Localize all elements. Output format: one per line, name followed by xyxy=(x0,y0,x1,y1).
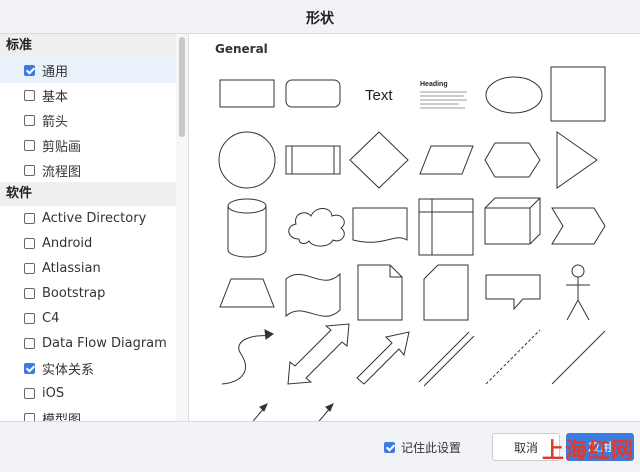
checkbox-atlassian[interactable] xyxy=(24,263,35,275)
sidebar-item-atlassian[interactable]: Atlassian xyxy=(0,256,176,281)
sidebar-item-general[interactable]: 通用 xyxy=(0,58,176,83)
bidirectional-arrow-shape[interactable] xyxy=(287,323,350,385)
checkbox-active-directory[interactable] xyxy=(24,213,35,225)
sidebar-item-label: Atlassian xyxy=(42,261,101,277)
sidebar-item-mockups[interactable]: 模型图 xyxy=(0,406,176,421)
connector-arrow-shape[interactable] xyxy=(249,403,268,421)
checkbox-mockups[interactable] xyxy=(24,412,35,421)
sidebar-item-label: 箭头 xyxy=(42,114,69,130)
sidebar-item-active-directory[interactable]: Active Directory xyxy=(0,206,176,231)
rounded-rectangle-shape[interactable] xyxy=(285,79,341,108)
sidebar-item-label: C4 xyxy=(42,310,60,326)
sidebar-item-label: Active Directory xyxy=(42,211,147,227)
circle-shape[interactable] xyxy=(218,131,276,189)
sidebar-item-flowchart[interactable]: 流程图 xyxy=(0,158,176,183)
trapezoid-shape[interactable] xyxy=(219,278,275,308)
checkbox-arrows[interactable] xyxy=(24,114,35,126)
sidebar-item-label: 剪贴画 xyxy=(42,139,82,155)
shape-panel: General Text Heading xyxy=(189,34,640,421)
remember-setting[interactable]: 记住此设置 xyxy=(384,439,461,456)
sidebar-item-label: 通用 xyxy=(42,64,69,80)
actor-shape[interactable] xyxy=(566,264,590,321)
sidebar-item-bootstrap[interactable]: Bootstrap xyxy=(0,281,176,306)
sidebar-item-android[interactable]: Android xyxy=(0,231,176,256)
diamond-shape[interactable] xyxy=(349,131,409,189)
shape-grid: Text Heading xyxy=(218,66,606,421)
sidebar-item-label: 基本 xyxy=(42,89,69,105)
step-shape[interactable] xyxy=(551,207,606,245)
text-shape[interactable]: Text xyxy=(365,87,393,104)
sidebar-item-label: Bootstrap xyxy=(42,286,106,302)
triangle-shape[interactable] xyxy=(556,131,598,189)
watermark-logo: 上海红网 xyxy=(541,439,634,464)
checkbox-basic[interactable] xyxy=(24,89,35,101)
hexagon-shape[interactable] xyxy=(484,142,541,178)
sidebar-item-label: 流程图 xyxy=(42,164,82,180)
ellipse-shape[interactable] xyxy=(485,76,543,114)
note-shape[interactable] xyxy=(357,264,403,321)
cube-shape[interactable] xyxy=(484,197,541,245)
callout-shape[interactable] xyxy=(485,274,541,311)
cylinder-shape[interactable] xyxy=(227,198,267,258)
sidebar-scrollbar-thumb[interactable] xyxy=(179,37,185,137)
sidebar-item-label: Data Flow Diagram xyxy=(42,335,167,351)
tape-shape[interactable] xyxy=(285,272,341,318)
checkbox-general[interactable] xyxy=(24,64,35,76)
checkbox-entity-relation[interactable] xyxy=(24,362,35,374)
sidebar-item-arrows[interactable]: 箭头 xyxy=(0,108,176,133)
dialog-titlebar: 形状 xyxy=(0,0,640,34)
sidebar-item-label: Android xyxy=(42,236,93,252)
section-header-standard: 标准 xyxy=(0,34,176,58)
dialog-title: 形状 xyxy=(306,11,334,27)
sidebar-item-label: 实体关系 xyxy=(42,362,95,378)
cloud-shape[interactable] xyxy=(288,208,345,247)
sidebar-item-data-flow-diagram[interactable]: Data Flow Diagram xyxy=(0,331,176,356)
sidebar-item-c4[interactable]: C4 xyxy=(0,306,176,331)
sidebar-item-basic[interactable]: 基本 xyxy=(0,83,176,108)
parallelogram-shape[interactable] xyxy=(419,145,474,175)
sidebar-list: 标准 通用 基本 箭头 剪贴画 流程图 软件 Active Directory xyxy=(0,34,176,421)
checkbox-ios[interactable] xyxy=(24,387,35,399)
textbox-heading: Heading xyxy=(420,81,448,88)
section-header-software: 软件 xyxy=(0,182,176,207)
card-shape[interactable] xyxy=(423,264,469,321)
sidebar: 标准 通用 基本 箭头 剪贴画 流程图 软件 Active Directory xyxy=(0,34,189,421)
line-shape[interactable] xyxy=(551,330,606,385)
checkbox-clipart[interactable] xyxy=(24,139,35,151)
checkbox-bootstrap[interactable] xyxy=(24,288,35,300)
internal-storage-shape[interactable] xyxy=(418,198,474,256)
checkbox-flowchart[interactable] xyxy=(24,164,35,176)
checkbox-c4[interactable] xyxy=(24,312,35,324)
rectangle-shape[interactable] xyxy=(219,79,275,108)
sidebar-item-label: iOS xyxy=(42,385,65,401)
arrow-shape[interactable] xyxy=(356,331,410,385)
curved-arrow-shape[interactable] xyxy=(221,329,274,385)
sidebar-item-clipart[interactable]: 剪贴画 xyxy=(0,133,176,158)
dashed-line-shape[interactable] xyxy=(485,329,541,385)
remember-checkbox[interactable] xyxy=(384,442,395,453)
checkbox-data-flow-diagram[interactable] xyxy=(24,337,35,349)
sidebar-item-ios[interactable]: iOS xyxy=(0,381,176,406)
document-shape[interactable] xyxy=(352,207,408,243)
square-shape[interactable] xyxy=(550,66,606,122)
connector-arrow-shape-2[interactable] xyxy=(315,403,334,421)
sidebar-item-entity-relation[interactable]: 实体关系 xyxy=(0,356,176,381)
double-line-shape[interactable] xyxy=(418,331,475,387)
process-shape[interactable] xyxy=(285,145,341,175)
checkbox-android[interactable] xyxy=(24,238,35,250)
sidebar-item-label: 模型图 xyxy=(42,412,82,421)
textbox-shape[interactable]: Heading xyxy=(420,81,467,109)
remember-label: 记住此设置 xyxy=(401,441,462,455)
